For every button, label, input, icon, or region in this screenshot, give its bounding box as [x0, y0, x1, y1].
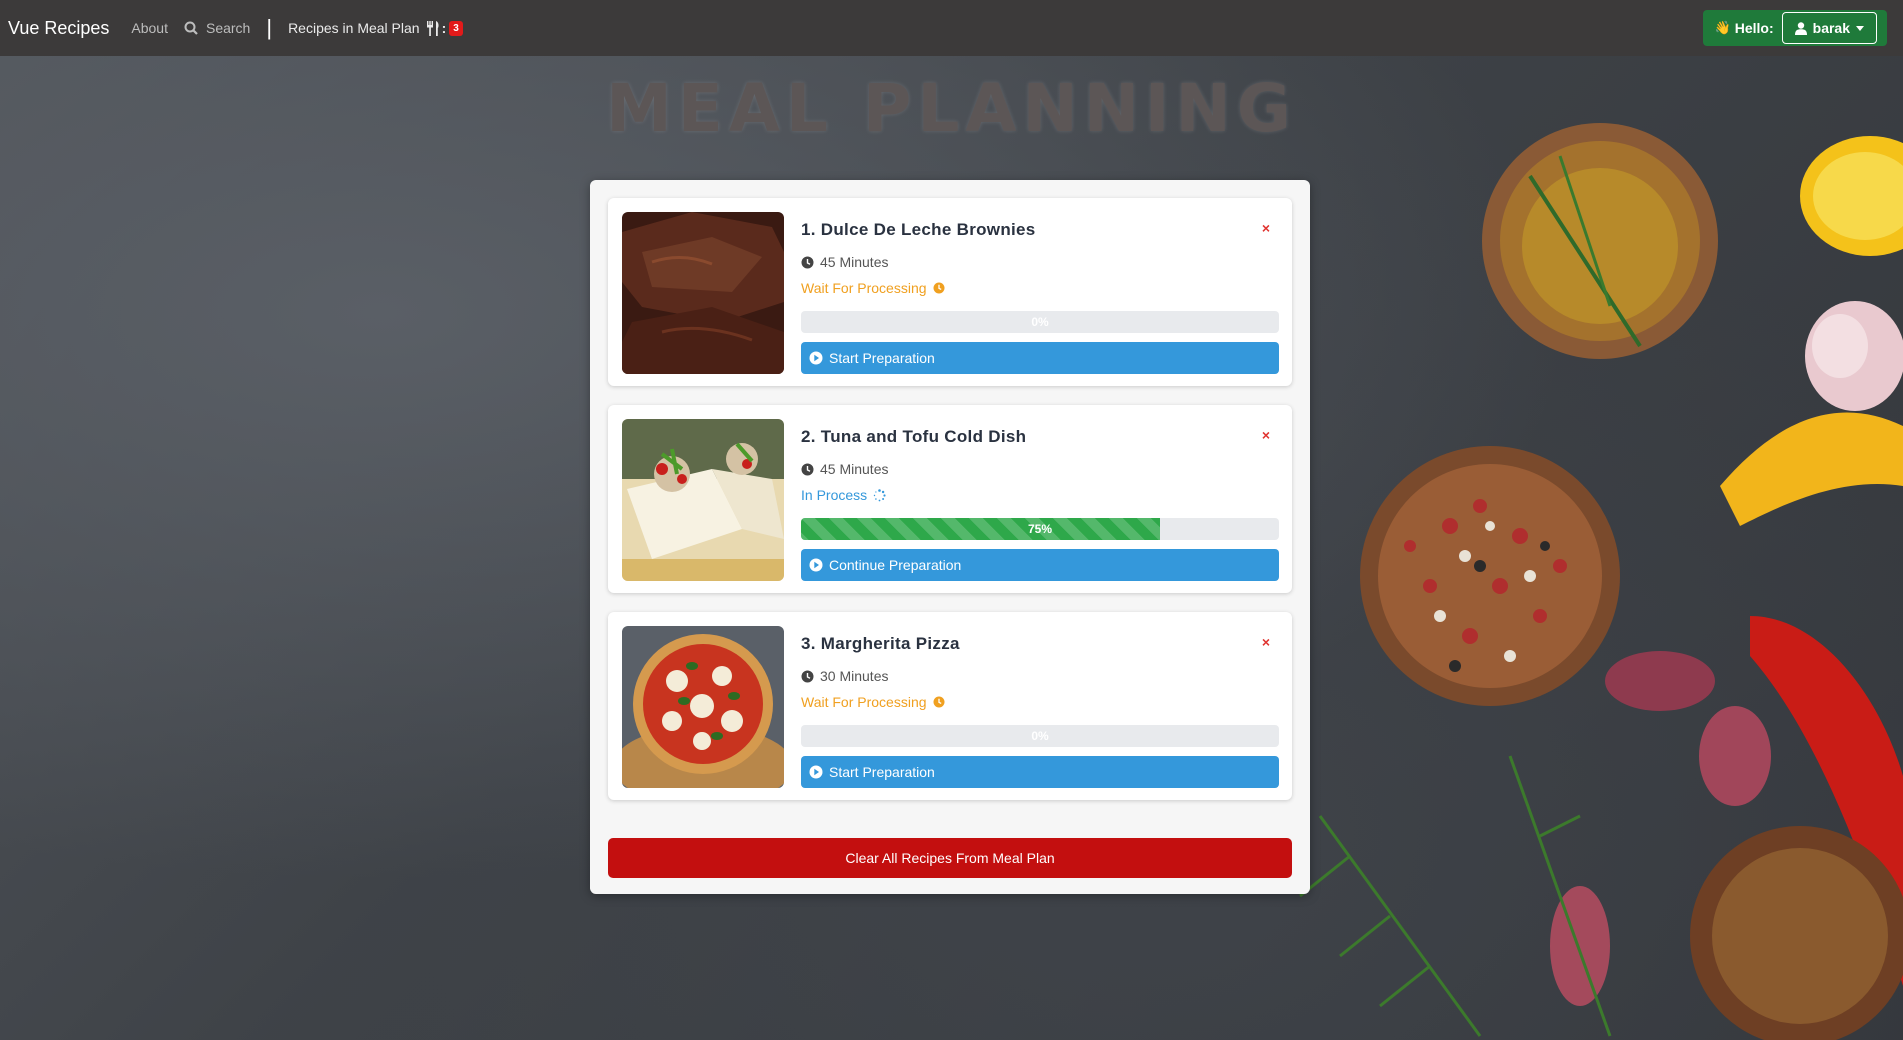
action-label: Start Preparation — [829, 350, 935, 366]
progress-bar: 0% — [801, 725, 1279, 747]
clock-icon — [801, 463, 814, 475]
play-icon — [809, 765, 823, 779]
recipe-status: In Process — [801, 487, 886, 503]
remove-recipe-button[interactable]: × — [1262, 427, 1270, 443]
progress-label: 75% — [1027, 522, 1053, 536]
top-navbar: Vue Recipes About Search | Recipes in Me… — [0, 0, 1903, 56]
recipe-time-label: 45 Minutes — [820, 254, 889, 270]
recipe-card: 3. Margherita Pizza × 30 Minutes Wait Fo… — [608, 612, 1292, 800]
action-label: Continue Preparation — [829, 557, 962, 573]
remove-recipe-button[interactable]: × — [1262, 220, 1270, 236]
username-label: barak — [1812, 20, 1850, 36]
hello-label: 👋 Hello: — [1715, 20, 1774, 36]
recipe-image[interactable] — [622, 626, 784, 788]
clear-all-recipes-button[interactable]: Clear All Recipes From Meal Plan — [608, 838, 1292, 878]
progress-label: 0% — [1031, 315, 1049, 329]
meal-plan-count-badge: 3 — [449, 20, 463, 36]
recipe-time-label: 45 Minutes — [820, 461, 889, 477]
search-icon — [184, 21, 198, 35]
recipe-title[interactable]: 3. Margherita Pizza — [801, 634, 960, 654]
progress-label: 0% — [1031, 729, 1049, 743]
spinner-icon — [873, 488, 886, 501]
progress-bar: 0% — [801, 311, 1279, 333]
remove-recipe-button[interactable]: × — [1262, 634, 1270, 650]
continue-preparation-button[interactable]: Continue Preparation — [801, 549, 1279, 581]
nav-search-label: Search — [205, 20, 251, 36]
recipe-time: 30 Minutes — [801, 668, 888, 684]
action-label: Start Preparation — [829, 764, 935, 780]
recipe-status-label: Wait For Processing — [801, 694, 927, 710]
recipe-title[interactable]: 1. Dulce De Leche Brownies — [801, 220, 1036, 240]
recipe-title[interactable]: 2. Tuna and Tofu Cold Dish — [801, 427, 1026, 447]
play-icon — [809, 351, 823, 365]
start-preparation-button[interactable]: Start Preparation — [801, 342, 1279, 374]
progress-bar: 75% — [801, 518, 1279, 540]
recipe-card: 1. Dulce De Leche Brownies × 45 Minutes … — [608, 198, 1292, 386]
nav-meal-plan-link[interactable]: Recipes in Meal Plan : 3 — [288, 20, 463, 36]
recipe-time-label: 30 Minutes — [820, 668, 889, 684]
start-preparation-button[interactable]: Start Preparation — [801, 756, 1279, 788]
recipe-image[interactable] — [622, 212, 784, 374]
clock-icon — [801, 670, 814, 682]
play-icon — [809, 558, 823, 572]
recipe-status: Wait For Processing — [801, 280, 945, 296]
caret-down-icon — [1856, 25, 1864, 31]
page-title: MEAL PLANNING — [606, 70, 1297, 147]
waving-hand-icon: 👋 — [1714, 20, 1731, 35]
nav-separator: | — [266, 15, 273, 40]
ingredients-background-illustration — [1299, 123, 1903, 1040]
recipe-image[interactable] — [622, 419, 784, 581]
nav-meal-plan-label: Recipes in Meal Plan — [288, 20, 420, 36]
recipe-time: 45 Minutes — [801, 254, 888, 270]
recipe-status-label: In Process — [801, 487, 868, 503]
recipe-card: 2. Tuna and Tofu Cold Dish × 45 Minutes … — [608, 405, 1292, 593]
user-icon — [1794, 21, 1807, 35]
hello-text: Hello: — [1734, 20, 1774, 36]
nav-about-link[interactable]: About — [131, 20, 168, 36]
meal-plan-panel: 1. Dulce De Leche Brownies × 45 Minutes … — [590, 180, 1310, 894]
clock-icon — [933, 696, 945, 708]
nav-meal-plan-colon: : — [441, 20, 447, 36]
user-dropdown-button[interactable]: barak — [1781, 12, 1877, 44]
brand-link[interactable]: Vue Recipes — [8, 18, 109, 39]
user-area: 👋 Hello: barak — [1702, 10, 1887, 46]
recipe-status-label: Wait For Processing — [801, 280, 927, 296]
recipe-status: Wait For Processing — [801, 694, 945, 710]
clock-icon — [933, 282, 945, 294]
nav-search-link[interactable]: Search — [184, 20, 250, 36]
utensils-icon — [426, 20, 439, 36]
recipe-time: 45 Minutes — [801, 461, 888, 477]
clock-icon — [801, 256, 814, 268]
